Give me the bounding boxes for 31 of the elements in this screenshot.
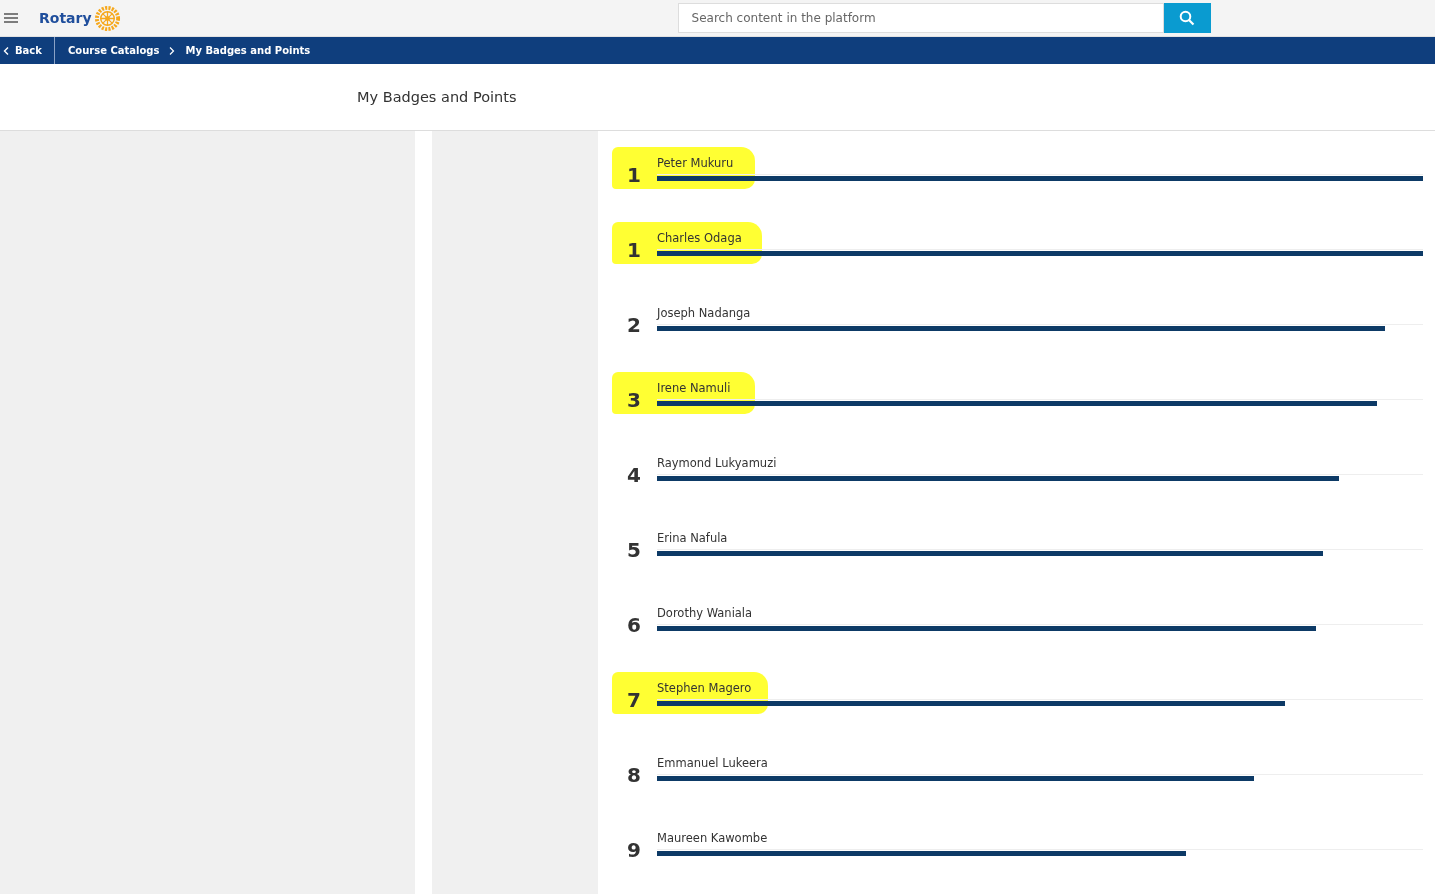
rank-number: 3: [626, 388, 642, 412]
rank-number: 8: [626, 763, 642, 787]
search-button[interactable]: [1163, 3, 1211, 33]
page-title: My Badges and Points: [357, 89, 517, 105]
rank-number: 7: [626, 688, 642, 712]
menu-icon[interactable]: [4, 13, 18, 23]
rank-number: 4: [626, 463, 642, 487]
rank-number: 9: [626, 838, 642, 862]
learner-name: Charles Odaga: [657, 231, 742, 245]
rank-number: 1: [626, 163, 642, 187]
chevron-right-icon: [169, 46, 176, 55]
rank-number: 6: [626, 613, 642, 637]
logo-text: Rotary: [39, 10, 92, 26]
rank-number: 5: [626, 538, 642, 562]
learner-name: Irene Namuli: [657, 381, 731, 395]
learner-name: Stephen Magero: [657, 681, 752, 695]
learner-name: Emmanuel Lukeera: [657, 756, 768, 770]
chevron-left-icon: [3, 46, 9, 55]
search-icon: [1179, 10, 1196, 26]
wheel-icon: [93, 4, 121, 32]
breadcrumb-link[interactable]: My Badges and Points: [185, 45, 311, 56]
rank-number: 1: [626, 238, 642, 262]
learner-name: Erina Nafula: [657, 531, 728, 545]
learner-name: Peter Mukuru: [657, 156, 734, 170]
learner-name: Dorothy Waniala: [657, 606, 753, 620]
learner-name: Maureen Kawombe: [657, 831, 768, 845]
search-field[interactable]: Search content in the platform: [677, 3, 1164, 33]
learner-name: Joseph Nadanga: [657, 306, 751, 320]
learner-name: Raymond Lukyamuzi: [657, 456, 777, 470]
rank-number: 2: [626, 313, 642, 337]
breadcrumb-link[interactable]: Course Catalogs: [67, 45, 160, 56]
